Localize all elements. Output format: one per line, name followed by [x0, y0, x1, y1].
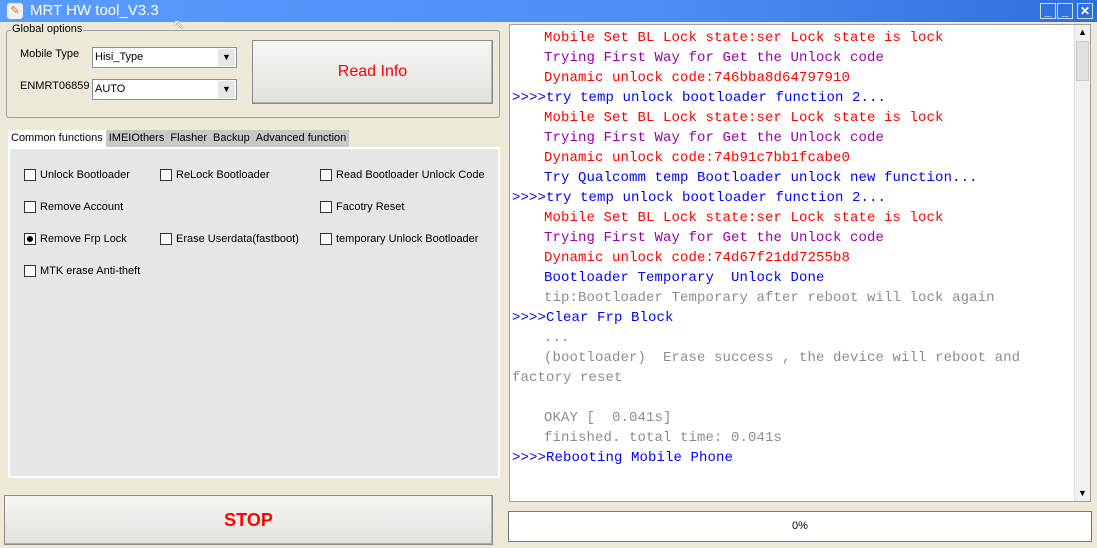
- chevron-down-icon[interactable]: ▼: [218, 49, 235, 66]
- log-line: >>>>Clear Frp Block: [512, 310, 674, 326]
- close-button[interactable]: ✕: [1077, 3, 1093, 19]
- function-checkbox[interactable]: Read Bootloader Unlock Code: [320, 169, 485, 181]
- checkbox-label: Unlock Bootloader: [40, 169, 130, 181]
- tab-advanced-function[interactable]: Advanced function: [253, 130, 350, 147]
- checkbox-icon[interactable]: [320, 233, 332, 245]
- enmrt-select[interactable]: AUTO ▼: [92, 79, 237, 100]
- stop-button[interactable]: STOP: [4, 495, 493, 545]
- global-options-label: Global options: [11, 23, 84, 35]
- log-line: Trying First Way for Get the Unlock code: [544, 50, 885, 66]
- log-line: Dynamic unlock code:74b91c7bb1fcabe0: [544, 150, 851, 166]
- log-line: Trying First Way for Get the Unlock code: [544, 130, 885, 146]
- function-checkbox[interactable]: ReLock Bootloader: [160, 169, 270, 181]
- checkbox-label: ReLock Bootloader: [176, 169, 270, 181]
- log-line: (bootloader) Erase success , the device …: [512, 350, 1029, 386]
- checkbox-icon[interactable]: [160, 233, 172, 245]
- checkbox-label: Facotry Reset: [336, 201, 405, 213]
- checkbox-icon[interactable]: [160, 169, 172, 181]
- log-lines: Mobile Set BL Lock state:ser Lock state …: [512, 28, 1072, 468]
- log-output[interactable]: Mobile Set BL Lock state:ser Lock state …: [509, 24, 1091, 502]
- log-line: OKAY [ 0.041s]: [544, 410, 672, 426]
- checkbox-label: Read Bootloader Unlock Code: [336, 169, 485, 181]
- mobile-type-select[interactable]: Hisi_Type ▼: [92, 47, 237, 68]
- log-line: ...: [544, 330, 570, 346]
- log-line: Mobile Set BL Lock state:ser Lock state …: [544, 30, 944, 46]
- function-checkbox[interactable]: Erase Userdata(fastboot): [160, 233, 299, 245]
- checkbox-icon[interactable]: [24, 169, 36, 181]
- enmrt-label: ENMRT06859: [20, 80, 90, 92]
- checkbox-label: MTK erase Anti-theft: [40, 265, 141, 277]
- function-checkbox[interactable]: Remove Account: [24, 201, 123, 213]
- tab-common-functions[interactable]: Common functions: [8, 130, 106, 147]
- function-tabs: Common functions IMEIOthers Flasher Back…: [8, 130, 350, 147]
- scroll-down-icon[interactable]: ▼: [1075, 486, 1090, 501]
- log-line: >>>>Rebooting Mobile Phone: [512, 450, 734, 466]
- enmrt-value: AUTO: [95, 83, 126, 95]
- log-line: Dynamic unlock code:746bba8d64797910: [544, 70, 851, 86]
- mobile-type-label: Mobile Type: [20, 48, 80, 60]
- scroll-up-icon[interactable]: ▲: [1075, 25, 1090, 40]
- progress-bar: 0%: [508, 511, 1092, 542]
- minimize-button[interactable]: _: [1040, 3, 1056, 19]
- tab-imei-others[interactable]: IMEIOthers: [106, 130, 168, 147]
- log-line: tip:Bootloader Temporary after reboot wi…: [544, 290, 995, 306]
- log-line: Mobile Set BL Lock state:ser Lock state …: [544, 210, 944, 226]
- log-line: Trying First Way for Get the Unlock code: [544, 230, 885, 246]
- log-line: finished. total time: 0.041s: [544, 430, 783, 446]
- checkbox-label: Erase Userdata(fastboot): [176, 233, 299, 245]
- checkbox-icon[interactable]: [24, 233, 36, 245]
- log-line: >>>>try temp unlock bootloader function …: [512, 90, 887, 106]
- progress-text: 0%: [792, 520, 808, 532]
- scroll-thumb[interactable]: [1076, 41, 1089, 81]
- function-checkbox[interactable]: Unlock Bootloader: [24, 169, 130, 181]
- checkbox-icon[interactable]: [24, 265, 36, 277]
- checkbox-icon[interactable]: [320, 201, 332, 213]
- tab-flasher[interactable]: Flasher: [167, 130, 210, 147]
- log-line: Dynamic unlock code:74d67f21dd7255b8: [544, 250, 851, 266]
- window-title: MRT HW tool_V3.3: [30, 2, 159, 19]
- log-line: Mobile Set BL Lock state:ser Lock state …: [544, 110, 944, 126]
- checkbox-icon[interactable]: [24, 201, 36, 213]
- mobile-type-value: Hisi_Type: [95, 51, 144, 63]
- checkbox-label: Remove Account: [40, 201, 124, 213]
- app-icon: ✎: [7, 3, 23, 19]
- log-line: >>>>try temp unlock bootloader function …: [512, 190, 887, 206]
- log-line: Bootloader Temporary Unlock Done: [544, 270, 825, 286]
- function-checkbox[interactable]: MTK erase Anti-theft: [24, 265, 140, 277]
- common-functions-panel: [8, 147, 500, 478]
- checkbox-icon[interactable]: [320, 169, 332, 181]
- log-scrollbar[interactable]: ▲ ▼: [1074, 25, 1090, 501]
- chevron-down-icon[interactable]: ▼: [218, 81, 235, 98]
- function-checkbox[interactable]: temporary Unlock Bootloader: [320, 233, 478, 245]
- function-checkbox[interactable]: Remove Frp Lock: [24, 233, 127, 245]
- maximize-button[interactable]: _: [1057, 3, 1073, 19]
- title-bar: ✎ MRT HW tool_V3.3 _ _ ✕: [0, 0, 1097, 22]
- function-checkbox[interactable]: Facotry Reset: [320, 201, 404, 213]
- checkbox-label: Remove Frp Lock: [40, 233, 127, 245]
- log-line: Try Qualcomm temp Bootloader unlock new …: [544, 170, 978, 186]
- checkbox-label: temporary Unlock Bootloader: [336, 233, 479, 245]
- read-info-button[interactable]: Read Info: [252, 40, 493, 104]
- tab-backup[interactable]: Backup: [210, 130, 253, 147]
